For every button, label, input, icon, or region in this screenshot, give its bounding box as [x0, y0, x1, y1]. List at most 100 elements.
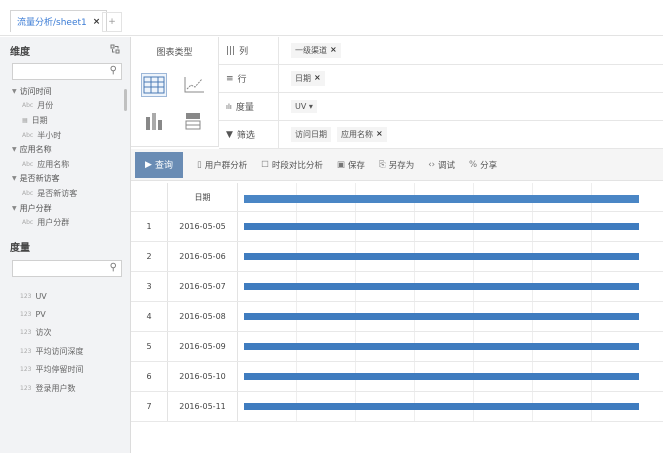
bar-chart-icon[interactable] [141, 109, 167, 133]
dimension-group[interactable]: ▼ 访问时间 [12, 84, 130, 99]
table-row[interactable]: 2 2016-05-06 [131, 242, 663, 272]
tab-label: 流量分析/sheet1 [17, 18, 87, 28]
user-group-analysis-button[interactable]: ▯ 用户群分析 [197, 159, 247, 171]
row-number: 7 [131, 392, 168, 421]
save-button[interactable]: ▣ 保存 [337, 159, 365, 171]
table-row[interactable]: 6 2016-05-10 [131, 362, 663, 392]
filter-chip[interactable]: 应用名称 × [337, 127, 387, 142]
dimension-item[interactable]: ▦ 日期 [12, 113, 130, 128]
filter-shelf[interactable]: ▼ 筛选 访问日期 应用名称 × [219, 121, 663, 149]
measure-search-input[interactable]: ⚲ [12, 259, 122, 277]
table-row[interactable]: 1 2016-05-05 [131, 212, 663, 242]
dimension-search-input[interactable]: ⚲ [12, 63, 122, 80]
table-header-row: 日期 [131, 183, 663, 212]
number-field-icon: 123 [20, 366, 32, 374]
row-cells [238, 272, 663, 301]
columns-icon: ||| [226, 45, 236, 56]
row-bar [244, 373, 639, 380]
table-row[interactable]: 7 2016-05-11 [131, 392, 663, 422]
row-chip[interactable]: 日期 × [291, 71, 325, 86]
number-field-icon: 123 [20, 384, 32, 392]
search-icon[interactable]: ⚲ [110, 65, 117, 76]
measure-item[interactable]: 123 登录用户数 [20, 379, 130, 397]
remove-chip-icon[interactable]: × [376, 129, 383, 140]
number-field-icon: 123 [20, 311, 32, 319]
dimension-scrollbar[interactable] [124, 89, 127, 111]
row-date: 2016-05-11 [168, 392, 238, 421]
tab-close-icon[interactable]: × [93, 17, 101, 27]
tab-sheet1[interactable]: 流量分析/sheet1 × [10, 10, 108, 32]
debug-button[interactable]: ‹› 调试 [428, 159, 455, 171]
measure-select[interactable]: UV ▾ [291, 100, 317, 113]
dimension-item[interactable]: Abc 是否新访客 [12, 186, 130, 201]
save-as-button[interactable]: ⎘ 另存为 [379, 159, 414, 171]
dimension-group[interactable]: ▼ 应用名称 [12, 142, 130, 157]
text-field-icon: Abc [22, 102, 34, 110]
measure-shelf[interactable]: ılı 度量 UV ▾ [219, 93, 663, 121]
add-tab-button[interactable]: + [102, 12, 122, 32]
table-row[interactable]: 3 2016-05-07 [131, 272, 663, 302]
scatter-chart-icon[interactable] [181, 73, 207, 97]
caret-down-icon: ▼ [12, 204, 17, 212]
measure-list: 123 UV 123 PV 123 访次 123 平均访问深度 123 平均停留时间 12… [0, 277, 130, 397]
table-row[interactable]: 5 2016-05-09 [131, 332, 663, 362]
filter-chip[interactable]: 访问日期 [291, 127, 331, 142]
number-field-icon: 123 [20, 347, 32, 355]
measure-item[interactable]: 123 平均停留时间 [20, 361, 130, 379]
rows-label: ≡ 行 [219, 65, 279, 92]
row-bar [244, 403, 639, 410]
measures-header: 度量 [0, 234, 130, 260]
dimension-group[interactable]: ▼ 用户分群 [12, 201, 130, 216]
number-field-icon: 123 [20, 329, 32, 337]
dimension-item[interactable]: Abc 应用名称 [12, 157, 130, 172]
measure-item[interactable]: 123 UV [20, 287, 130, 305]
dimensions-header: 维度 [0, 37, 130, 63]
save-as-icon: ⎘ [378, 159, 386, 170]
filter-label: ▼ 筛选 [219, 121, 279, 148]
dimension-item[interactable]: Abc 月份 [12, 99, 130, 114]
measure-item[interactable]: 123 平均访问深度 [20, 342, 130, 360]
share-button[interactable]: % 分享 [469, 159, 497, 171]
dimension-item[interactable]: Abc 半小时 [12, 128, 130, 143]
measure-item[interactable]: 123 访次 [20, 324, 130, 342]
calendar-icon: ▦ [22, 116, 28, 124]
document-icon: ▯ [197, 159, 202, 170]
search-icon[interactable]: ⚲ [110, 262, 117, 273]
table-chart-icon[interactable] [141, 73, 167, 97]
measure-item[interactable]: 123 PV [20, 305, 130, 323]
period-compare-button[interactable]: ☐ 时段对比分析 [261, 159, 323, 171]
row-number: 4 [131, 302, 168, 331]
settings-icon[interactable] [110, 44, 120, 57]
table-row[interactable]: 4 2016-05-08 [131, 302, 663, 332]
text-field-icon: Abc [22, 219, 34, 227]
rows-shelf[interactable]: ≡ 行 日期 × [219, 65, 663, 93]
row-cells [238, 362, 663, 391]
column-chip[interactable]: 一级渠道 × [291, 43, 341, 58]
date-column-header[interactable]: 日期 [168, 183, 238, 211]
caret-down-icon: ▼ [12, 146, 17, 154]
dimensions-title: 维度 [10, 46, 30, 58]
row-cells [238, 302, 663, 331]
remove-chip-icon[interactable]: × [330, 45, 337, 56]
row-number: 3 [131, 272, 168, 301]
columns-label: ||| 列 [219, 37, 279, 64]
row-date: 2016-05-08 [168, 302, 238, 331]
caret-down-icon: ▼ [12, 87, 17, 95]
columns-shelf[interactable]: ||| 列 一级渠道 × [219, 37, 663, 65]
text-field-icon: Abc [22, 131, 34, 139]
query-button[interactable]: ▶ 查询 [135, 151, 183, 178]
dimension-item[interactable]: Abc 用户分群 [12, 215, 130, 230]
header-bar [244, 195, 639, 203]
measures-title: 度量 [10, 243, 30, 255]
dimension-group[interactable]: ▼ 是否新访客 [12, 172, 130, 187]
filter-icon: ▼ [226, 129, 233, 140]
text-field-icon: Abc [22, 189, 34, 197]
chart-type-title: 图表类型 [156, 48, 193, 58]
row-number: 5 [131, 332, 168, 361]
remove-chip-icon[interactable]: × [314, 73, 321, 84]
row-date: 2016-05-09 [168, 332, 238, 361]
row-cells [238, 242, 663, 271]
save-icon: ▣ [336, 159, 345, 170]
row-number: 2 [131, 242, 168, 271]
pivot-chart-icon[interactable] [181, 109, 207, 133]
